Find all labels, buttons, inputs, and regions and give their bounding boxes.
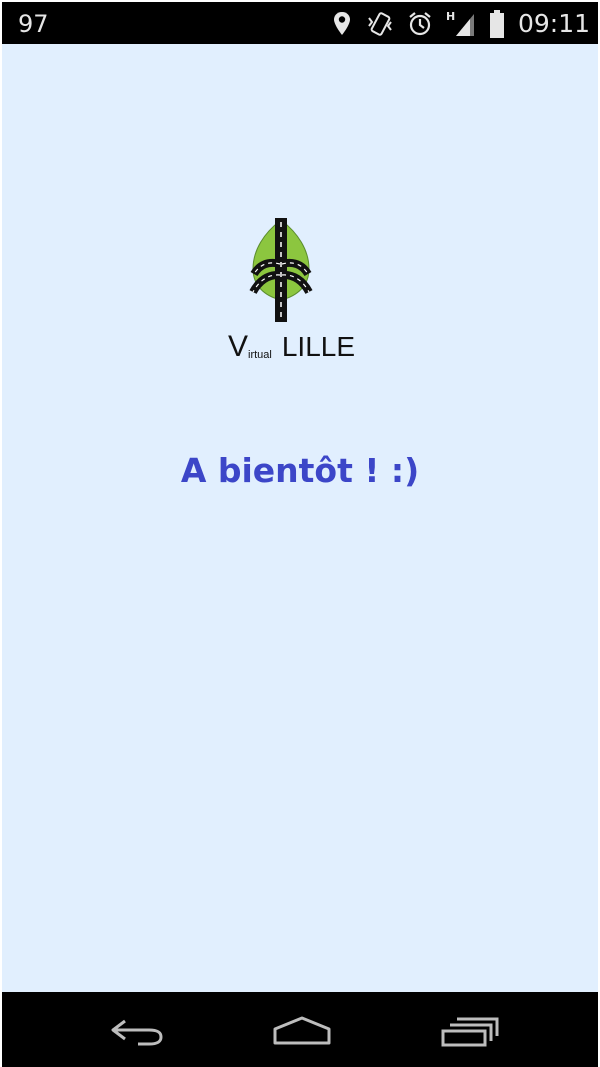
status-clock: 09:11: [517, 9, 590, 38]
status-bar: 97 H 09:11: [2, 2, 598, 44]
logo-wordmark: Virtual LILLE: [228, 330, 355, 364]
recent-apps-button[interactable]: [420, 1006, 520, 1054]
location-pin-icon: [333, 12, 350, 35]
main-content: Virtual LILLE A bientôt ! :): [2, 44, 598, 992]
back-icon: [111, 1019, 163, 1046]
svg-text:H: H: [446, 10, 455, 23]
virtual-lille-logo: Virtual LILLE: [228, 216, 372, 366]
leaf-road-icon: [249, 218, 313, 322]
logo-letter-v: V: [228, 330, 249, 363]
home-button[interactable]: [252, 1006, 352, 1054]
signal-h-icon: H: [446, 10, 474, 36]
logo-small-text: irtual: [248, 349, 272, 361]
navigation-bar: [2, 992, 598, 1067]
vibrate-icon: [368, 12, 392, 36]
home-icon: [273, 1016, 331, 1045]
phone-screen: 97 H 09:11 Virtual LILLE A bientôt !:): [0, 0, 600, 1067]
recent-apps-icon: [441, 1017, 499, 1047]
farewell-message: A bientôt ! :): [180, 451, 420, 490]
status-icons: H 09:11: [330, 8, 590, 40]
logo-city-name: LILLE: [281, 331, 356, 362]
alarm-icon: [409, 12, 431, 36]
back-button[interactable]: [88, 1006, 188, 1054]
battery-icon: [489, 10, 504, 38]
status-left-text: 97: [18, 10, 49, 38]
